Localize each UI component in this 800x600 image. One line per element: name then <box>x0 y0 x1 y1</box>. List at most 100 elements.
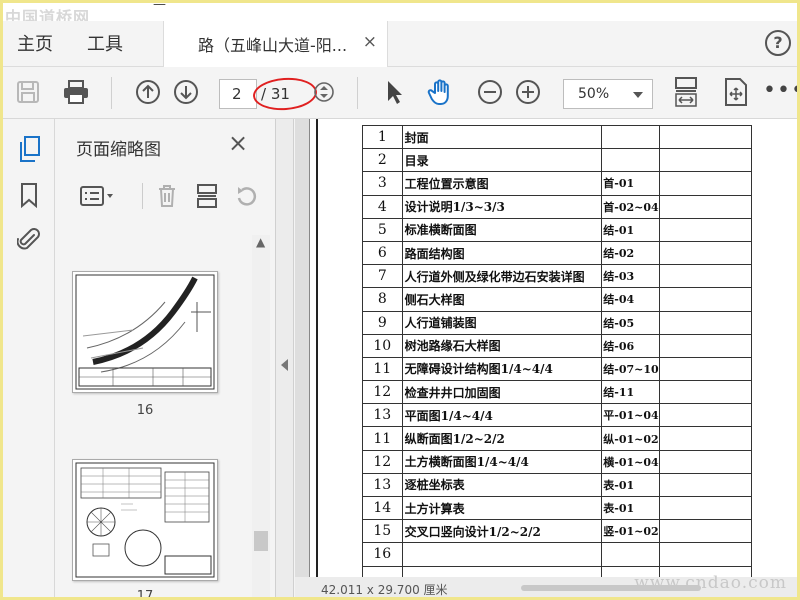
table-cell-remark <box>658 449 753 474</box>
table-cell-name: 人行道外侧及绿化带边石安装详图 <box>401 264 603 289</box>
table-cell-code: 结-04 <box>601 287 660 312</box>
zoom-out-icon[interactable] <box>475 77 505 107</box>
collapse-arrow-icon[interactable] <box>281 359 288 371</box>
table-cell-name: 侧石大样图 <box>401 287 603 312</box>
zoom-select[interactable]: 50% <box>563 79 653 109</box>
trash-icon[interactable] <box>152 181 182 211</box>
table-cell-code <box>601 124 660 150</box>
attachment-icon[interactable] <box>15 225 43 253</box>
table-cell-no: 13 <box>362 472 403 498</box>
table-row: 8 侧石大样图 结-04 <box>362 287 753 312</box>
hand-icon[interactable] <box>425 77 455 107</box>
table-row: 6 路面结构图 结-02 <box>362 240 753 266</box>
table-cell-code: 结-02 <box>601 240 660 266</box>
table-cell-name: 目录 <box>401 148 603 173</box>
thumb-options-icon[interactable] <box>78 181 120 211</box>
table-cell-name: 树池路缘石大样图 <box>401 333 603 358</box>
table-cell-no: 5 <box>362 217 403 242</box>
document-view[interactable]: 1 封面 2 目录 3 工程位置示意图 首-01 4 设计说明1/3~3/3 首-02~04 5 标准… <box>295 119 797 597</box>
help-icon[interactable]: ? <box>765 30 791 56</box>
thumbnail-page-17[interactable] <box>72 459 218 581</box>
table-row: 12 检查井井口加固图 结-11 <box>362 380 753 405</box>
more-icon[interactable]: ••• <box>763 78 797 103</box>
table-cell-name: 设计说明1/3~3/3 <box>401 194 603 219</box>
table-cell-remark <box>658 310 753 335</box>
thumbnail-label-17: 17 <box>136 589 154 597</box>
table-cell-name: 纵断面图1/2~2/2 <box>401 426 603 451</box>
table-cell-remark <box>658 264 753 289</box>
table-cell-no: 9 <box>362 310 403 335</box>
fit-width-icon[interactable] <box>671 77 701 107</box>
clipped-title-text: — <box>153 3 166 12</box>
table-cell-remark <box>658 217 753 242</box>
bookmark-icon[interactable] <box>15 181 43 209</box>
page-stepper-icon[interactable] <box>309 77 339 107</box>
pane-collapse-strip[interactable] <box>276 119 294 597</box>
table-cell-no: 11 <box>362 426 403 451</box>
menu-tools[interactable]: 工具 <box>87 30 123 56</box>
table-cell-remark <box>658 287 753 312</box>
table-row: 1 封面 <box>362 124 753 150</box>
menu-home[interactable]: 主页 <box>17 30 53 56</box>
thumbnail-page-16[interactable] <box>72 271 218 393</box>
table-row: 4 设计说明1/3~3/3 首-02~04 <box>362 194 753 219</box>
table-row: 2 目录 <box>362 148 753 173</box>
select-arrow-icon[interactable] <box>379 77 409 107</box>
table-row: 13 逐桩坐标表 表-01 <box>362 472 753 498</box>
tab-close-icon[interactable]: × <box>363 32 377 52</box>
zoom-value: 50% <box>578 86 610 102</box>
pages-icon[interactable] <box>15 135 43 163</box>
print-icon[interactable] <box>61 77 91 107</box>
chevron-down-icon <box>633 92 643 98</box>
table-cell-remark <box>658 403 753 428</box>
table-cell-code: 结-05 <box>601 310 660 335</box>
table-cell-code: 结-06 <box>601 333 660 358</box>
table-cell-name: 土方横断面图1/4~4/4 <box>401 449 603 474</box>
table-cell-remark <box>658 356 753 382</box>
table-cell-remark <box>658 426 753 451</box>
table-cell-code: 结-03 <box>601 264 660 289</box>
rotate-icon[interactable] <box>232 181 262 211</box>
left-tool-column <box>3 119 55 597</box>
table-row: 7 人行道外侧及绿化带边石安装详图 结-03 <box>362 264 753 289</box>
arrow-up-icon[interactable] <box>133 77 163 107</box>
table-cell-code: 结-11 <box>601 380 660 405</box>
top-strip: 中国道桥网 — <box>3 3 797 27</box>
zoom-in-icon[interactable] <box>513 77 543 107</box>
table-cell-name: 人行道铺装图 <box>401 310 603 335</box>
fit-page-icon[interactable] <box>721 77 751 107</box>
save-icon[interactable] <box>13 77 43 107</box>
close-icon[interactable]: × <box>228 129 248 157</box>
thumbnail-scrollbar[interactable]: ▲ <box>252 235 270 597</box>
table-cell-no: 1 <box>362 124 403 150</box>
scroll-up-icon[interactable]: ▲ <box>256 235 265 249</box>
table-cell-no: 3 <box>362 171 403 196</box>
table-cell-name: 平面图1/4~4/4 <box>401 403 603 428</box>
table-cell-name: 交叉口竖向设计1/2~2/2 <box>401 519 603 544</box>
scroll-thumb[interactable] <box>254 531 268 551</box>
document-tab[interactable]: 路（五峰山大道-阳... × <box>163 21 388 67</box>
table-cell-no: 14 <box>362 495 403 521</box>
table-cell-code: 结-07~10 <box>601 356 660 382</box>
toolbar: 2 / 31 50% ••• <box>3 67 797 119</box>
table-cell-remark <box>658 472 753 498</box>
crop-icon[interactable] <box>192 181 222 211</box>
table-cell-no: 6 <box>362 240 403 266</box>
page-number-input[interactable]: 2 <box>219 79 257 109</box>
table-cell-no: 2 <box>362 148 403 173</box>
table-cell-remark <box>658 542 753 567</box>
table-cell-remark <box>658 171 753 196</box>
table-cell-name: 检查井井口加固图 <box>401 380 603 405</box>
tab-title: 路（五峰山大道-阳... <box>198 36 348 55</box>
table-row: 14 土方计算表 表-01 <box>362 495 753 521</box>
app-window: 中国道桥网 — 主页 工具 路（五峰山大道-阳... × ? 2 / 31 50… <box>3 3 797 597</box>
table-cell-no: 4 <box>362 194 403 219</box>
table-cell-no: 15 <box>362 519 403 544</box>
table-cell-name: 无障碍设计结构图1/4~4/4 <box>401 356 603 382</box>
table-cell-code: 平-01~04 <box>601 403 660 428</box>
table-cell-code <box>601 148 660 173</box>
table-cell-code: 结-01 <box>601 217 660 242</box>
arrow-down-icon[interactable] <box>171 77 201 107</box>
table-row: 16 <box>362 542 753 567</box>
table-cell-remark <box>658 240 753 266</box>
